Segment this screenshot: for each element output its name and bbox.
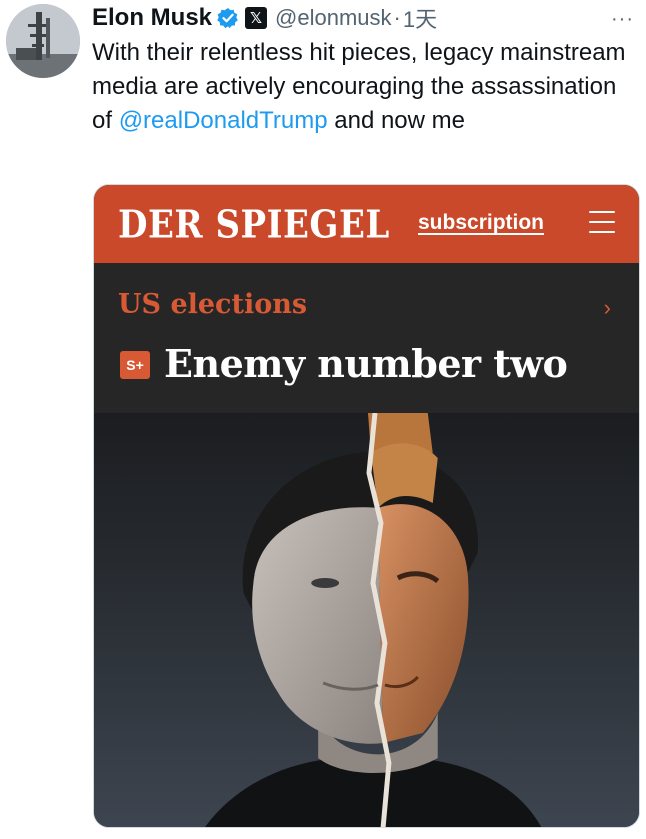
x-logo-icon: 𝕏	[245, 7, 268, 29]
spiegel-plus-badge: S+	[120, 351, 150, 379]
chevron-right-icon: ›	[603, 295, 611, 320]
tweet-text-part: and now me	[327, 107, 465, 134]
headline-band	[94, 263, 639, 413]
verified-badge-icon	[217, 8, 238, 29]
article-photo	[94, 413, 639, 827]
article-headline: Enemy number two	[164, 341, 568, 386]
author-name[interactable]: Elon Musk	[92, 4, 212, 32]
section-kicker: US elections	[118, 289, 308, 320]
tweet-header: Elon Musk 𝕏 @elonmusk · 1天	[92, 4, 437, 32]
tweet-media-image[interactable]: DER SPIEGEL subscription US elections › …	[93, 184, 640, 828]
more-options-icon[interactable]: ···	[611, 8, 634, 31]
mention-link[interactable]: @realDonaldTrump	[119, 107, 328, 134]
separator-dot: ·	[393, 5, 401, 30]
subscription-link: subscription	[418, 211, 545, 234]
avatar[interactable]	[6, 4, 80, 78]
timestamp[interactable]: 1天	[403, 2, 437, 34]
hamburger-menu-icon	[589, 211, 615, 233]
author-handle[interactable]: @elonmusk	[275, 5, 392, 31]
spiegel-logo: DER SPIEGEL	[118, 203, 390, 248]
avatar-image	[6, 4, 80, 78]
tweet-text: With their relentless hit pieces, legacy…	[92, 36, 632, 138]
